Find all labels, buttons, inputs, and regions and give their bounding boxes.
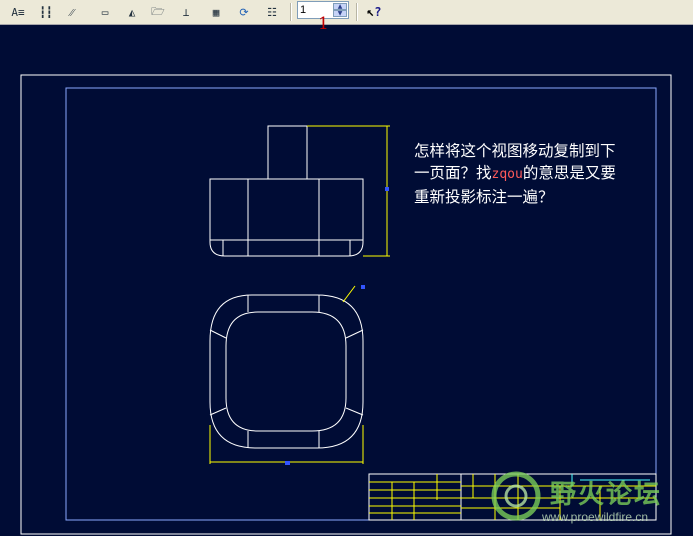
- watermark-title: 野火论坛: [550, 480, 663, 510]
- view-icon[interactable]: ◭: [122, 3, 142, 21]
- insert-icon[interactable]: ⊥: [176, 3, 196, 21]
- open-folder-icon[interactable]: 🗁: [148, 3, 168, 21]
- drawing-canvas[interactable]: [0, 25, 693, 536]
- question-note: 怎样将这个视图移动复制到下一页面？找zqou的意思是又要重新投影标注一遍？: [414, 140, 626, 208]
- toolbar-separator: [290, 3, 292, 21]
- block-icon[interactable]: ▭: [94, 3, 116, 21]
- note-highlight: zqou: [491, 167, 523, 182]
- context-help-icon[interactable]: ↖?: [364, 3, 384, 21]
- dimension-handle: [285, 461, 290, 465]
- list-icon[interactable]: ☷: [262, 3, 282, 21]
- front-view[interactable]: [209, 125, 364, 257]
- dimension-icon[interactable]: ┇┇: [36, 3, 56, 21]
- horizontal-dimension: [209, 285, 364, 464]
- watermark-url: www.proewildfire.cn: [542, 510, 649, 524]
- refresh-icon[interactable]: ⟳: [234, 3, 254, 21]
- dimension-handle: [385, 187, 389, 191]
- spin-down-button[interactable]: ▼: [333, 10, 347, 17]
- tolerance-icon[interactable]: ⁄⁄: [62, 3, 82, 21]
- spin-up-button[interactable]: ▲: [333, 3, 347, 10]
- forum-watermark: 野火论坛 www.proewildfire.cn: [480, 466, 692, 526]
- toolbar-separator: [356, 3, 358, 21]
- table-icon[interactable]: ▦: [206, 3, 226, 21]
- drawing-toolbar: A≡ ┇┇ ⁄⁄ ▭ ◭ 🗁 ⊥ ▦ ⟳ ☷ ▲ ▼ ↖?: [0, 0, 693, 25]
- top-view[interactable]: [209, 294, 364, 449]
- text-style-icon[interactable]: A≡: [8, 3, 28, 21]
- forum-logo-icon: [491, 471, 541, 521]
- radius-handle: [361, 285, 365, 289]
